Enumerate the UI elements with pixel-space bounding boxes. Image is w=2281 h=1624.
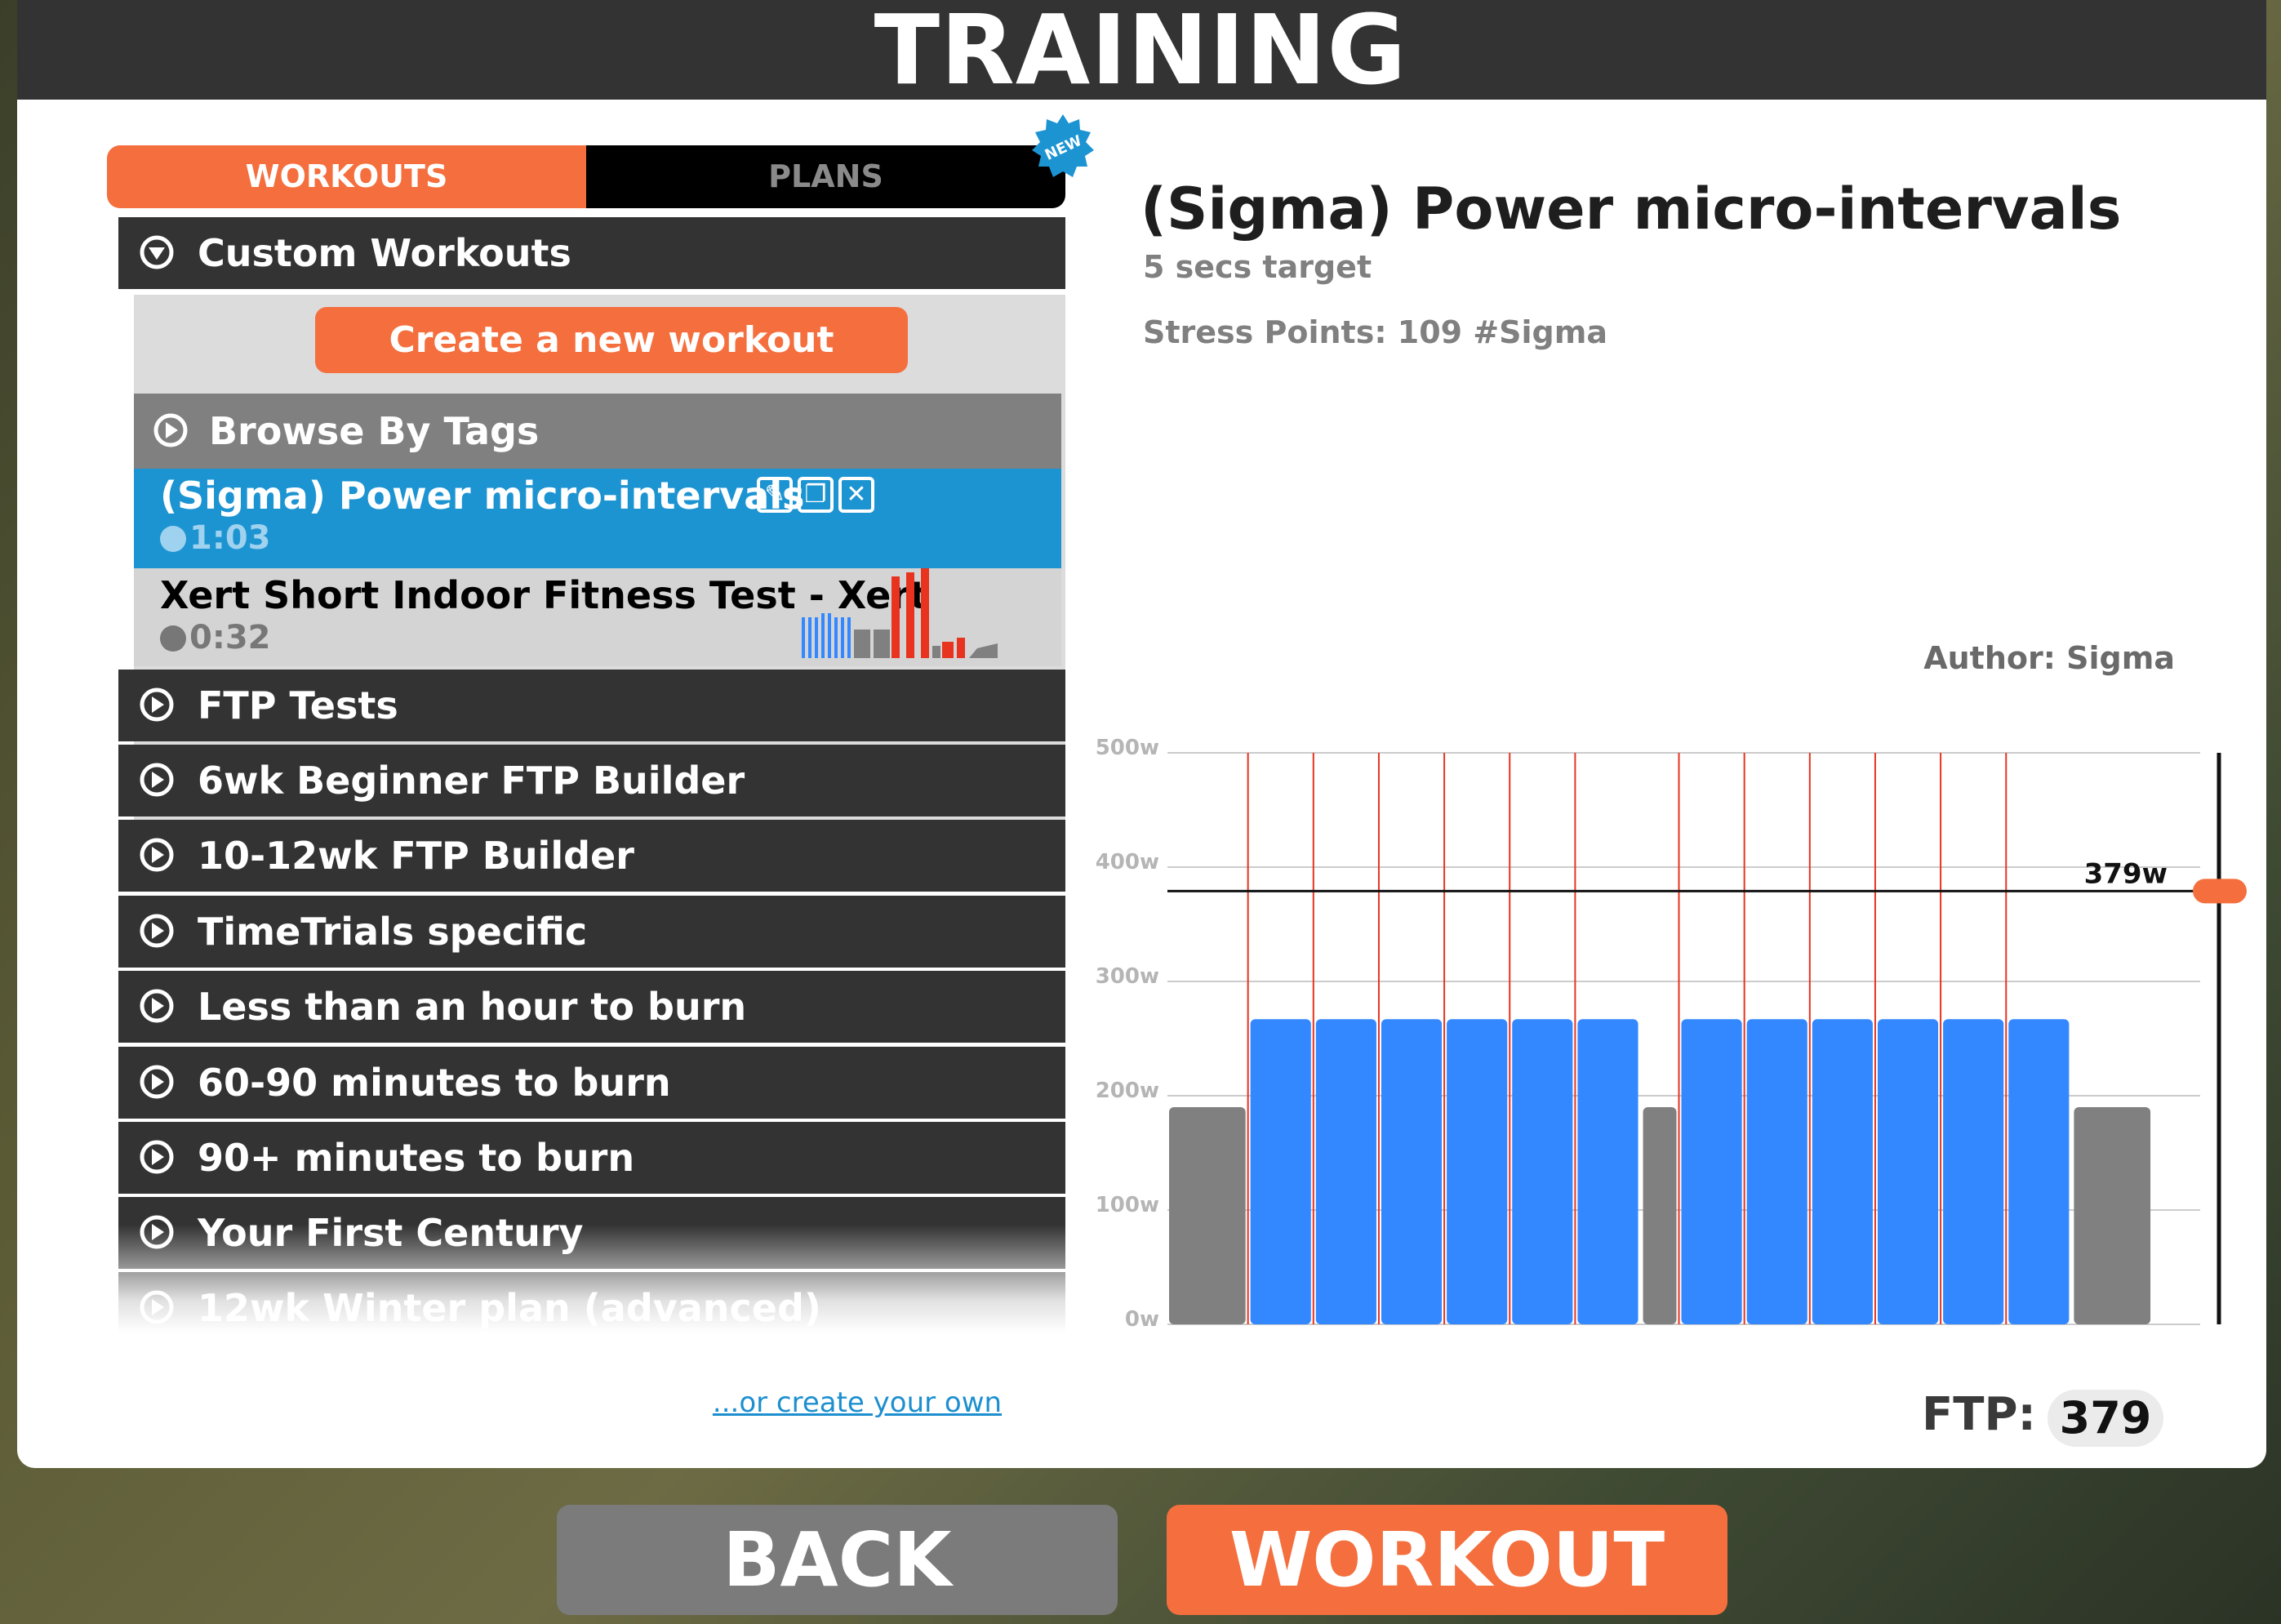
interval-bar	[1812, 1019, 1873, 1324]
workout-name: (Sigma) Power micro-intervals	[160, 474, 805, 518]
interval-bar	[1943, 1019, 2004, 1324]
ftp-slider-handle[interactable]	[2193, 879, 2247, 904]
copy-icon[interactable]: ❐	[798, 477, 834, 513]
workout-item-selected[interactable]: (Sigma) Power micro-intervals ✎ ❐ ✕ 1:03	[134, 469, 1061, 568]
category-label: TimeTrials specific	[198, 910, 588, 954]
collapsed-arrow-icon	[140, 914, 174, 948]
workout-time: 0:32	[189, 619, 271, 656]
clock-icon	[160, 625, 186, 652]
y-tick-label: 100w	[1096, 1193, 1159, 1217]
interval-bar	[1250, 1019, 1311, 1324]
page-title: TRAINING	[874, 0, 1407, 106]
collapsed-arrow-icon	[140, 763, 174, 797]
workout-item[interactable]: Xert Short Indoor Fitness Test - Xert 0:…	[134, 568, 1061, 666]
y-tick-label: 500w	[1096, 736, 1159, 760]
workout-actions: ✎ ❐ ✕	[757, 477, 879, 513]
browse-by-tags[interactable]: Browse By Tags	[134, 394, 1061, 469]
interval-bar	[1577, 1019, 1638, 1324]
workout-author: Author: Sigma	[1923, 640, 2175, 676]
y-tick-label: 200w	[1096, 1079, 1159, 1103]
ftp-value[interactable]: 379	[2048, 1390, 2163, 1447]
collapsed-arrow-icon	[140, 989, 174, 1023]
delete-icon[interactable]: ✕	[838, 477, 874, 513]
interval-bar	[1447, 1019, 1508, 1324]
collapsed-arrow-icon	[140, 687, 174, 722]
rest-bar	[2074, 1107, 2151, 1324]
y-tick-label: 400w	[1096, 850, 1159, 874]
workout-power-chart: 0w 100w 200w 300w 400w 500w 379w	[1096, 736, 2247, 1332]
category-row[interactable]: TimeTrials specific	[118, 896, 1065, 968]
category-label: FTP Tests	[198, 683, 398, 727]
interval-bar	[1315, 1019, 1376, 1324]
edit-icon[interactable]: ✎	[757, 477, 793, 513]
category-label: 90+ minutes to burn	[198, 1136, 635, 1180]
category-label: 6wk Beginner FTP Builder	[198, 759, 745, 803]
category-label: Custom Workouts	[198, 231, 571, 275]
y-tick-label: 0w	[1125, 1307, 1159, 1332]
clock-icon	[160, 526, 186, 552]
browse-tags-label: Browse By Tags	[209, 409, 540, 453]
workout-list[interactable]: Custom Workouts Create a new workout Bro…	[107, 217, 1077, 1333]
category-label: 60-90 minutes to burn	[198, 1061, 671, 1105]
ftp-label: FTP:	[1922, 1388, 2036, 1441]
expanded-arrow-icon	[140, 235, 174, 269]
new-badge-icon: NEW	[1032, 114, 1094, 177]
category-row[interactable]: 60-90 minutes to burn	[118, 1047, 1065, 1119]
create-workout-button[interactable]: Create a new workout	[315, 307, 908, 373]
category-label: 10-12wk FTP Builder	[198, 834, 634, 878]
interval-bar	[1681, 1019, 1742, 1324]
category-row[interactable]: 10-12wk FTP Builder	[118, 820, 1065, 892]
category-row[interactable]: 90+ minutes to burn	[118, 1122, 1065, 1194]
back-button[interactable]: BACK	[557, 1505, 1118, 1615]
collapsed-arrow-icon	[140, 1065, 174, 1099]
category-row[interactable]: Less than an hour to burn	[118, 971, 1065, 1043]
workout-title: (Sigma) Power micro-intervals	[1140, 176, 2122, 242]
tab-workouts[interactable]: WORKOUTS	[107, 145, 586, 208]
collapsed-arrow-icon	[140, 1140, 174, 1174]
workout-button[interactable]: WORKOUT	[1167, 1505, 1727, 1615]
workout-preview-chart	[802, 568, 998, 658]
category-label: Less than an hour to burn	[198, 985, 747, 1029]
rest-bar	[1169, 1107, 1246, 1324]
interval-bar	[2008, 1019, 2070, 1324]
y-tick-label: 300w	[1096, 964, 1159, 989]
rest-bar	[1643, 1107, 1677, 1324]
collapsed-arrow-icon	[153, 413, 188, 447]
ftp-line-label: 379w	[2084, 857, 2168, 890]
interval-bar	[1381, 1019, 1443, 1324]
category-custom-workouts[interactable]: Custom Workouts	[118, 217, 1065, 289]
interval-bar	[1512, 1019, 1573, 1324]
workout-duration: 1:03	[160, 519, 271, 557]
workout-duration: 0:32	[160, 619, 271, 656]
collapsed-arrow-icon	[140, 838, 174, 872]
workout-time: 1:03	[189, 519, 271, 557]
workout-target: 5 secs target	[1143, 249, 1372, 285]
list-fade	[107, 1225, 1077, 1333]
tab-plans[interactable]: PLANS	[586, 145, 1065, 208]
interval-bar	[1877, 1019, 1939, 1324]
create-your-own-link[interactable]: ...or create your own	[571, 1386, 1143, 1419]
category-row[interactable]: FTP Tests	[118, 670, 1065, 741]
category-row[interactable]: 6wk Beginner FTP Builder	[118, 745, 1065, 816]
interval-bar	[1746, 1019, 1807, 1324]
workout-stress-points: Stress Points: 109 #Sigma	[1143, 314, 1607, 350]
